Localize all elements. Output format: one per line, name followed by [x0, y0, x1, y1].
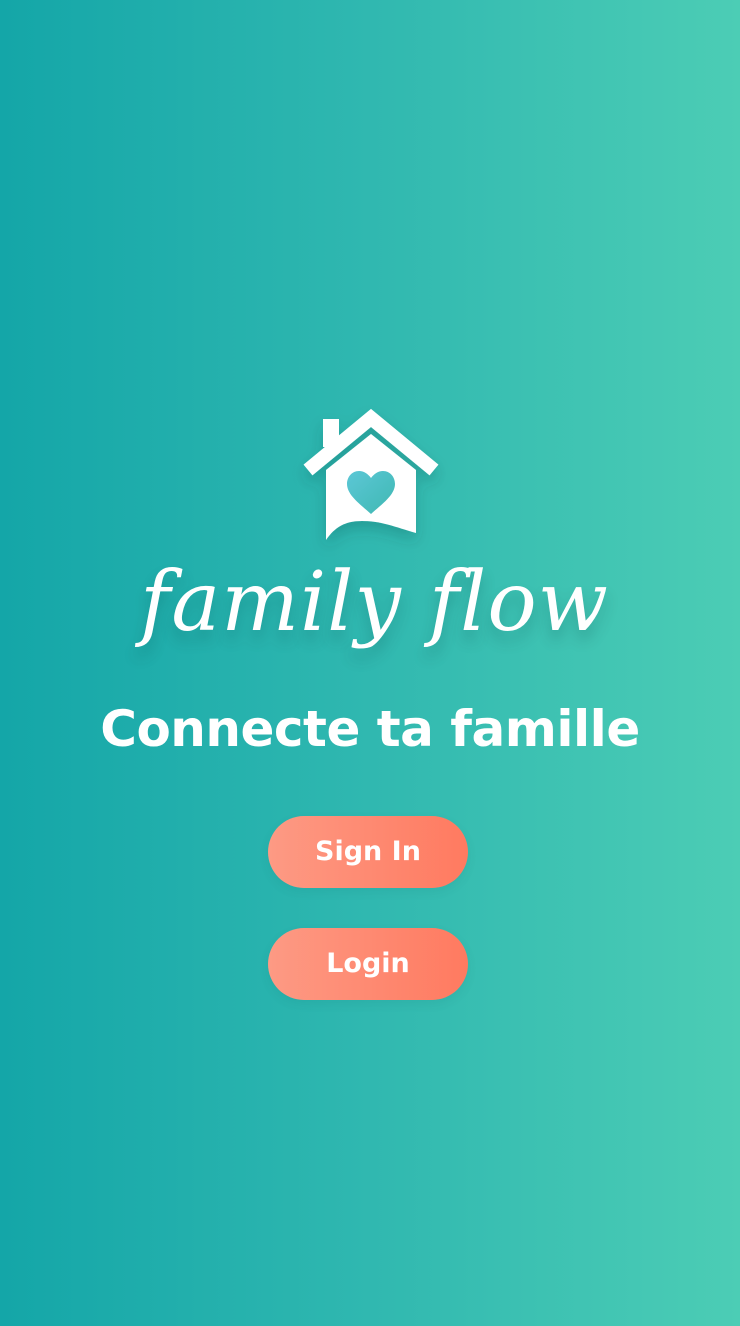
sign-in-button[interactable]: Sign In [268, 816, 468, 888]
welcome-screen: family flow Connecte ta famille Sign In … [0, 0, 740, 1326]
tagline: Connecte ta famille [100, 700, 640, 758]
app-logo: family flow [140, 400, 609, 680]
login-button[interactable]: Login [268, 928, 468, 1000]
house-heart-icon [303, 408, 439, 540]
app-wordmark: family flow [140, 555, 609, 650]
